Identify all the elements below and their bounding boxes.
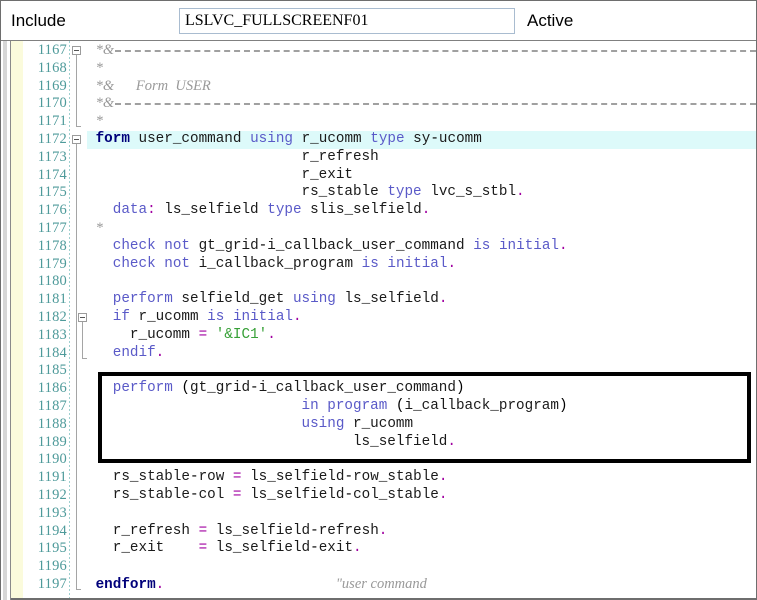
line-number: 1167 bbox=[37, 42, 67, 58]
code-line[interactable]: endif. bbox=[87, 345, 756, 363]
line-number: 1190 bbox=[37, 451, 67, 468]
line-number: 1168 bbox=[37, 59, 67, 76]
line-number: 1183 bbox=[37, 326, 67, 343]
line-number: 1186 bbox=[37, 380, 67, 397]
fold-end-tick bbox=[76, 589, 81, 590]
line-number: 1188 bbox=[37, 415, 67, 432]
code-line[interactable]: check not gt_grid-i_callback_user_comman… bbox=[87, 238, 756, 256]
comment-separator bbox=[115, 50, 756, 52]
code-line[interactable]: ls_selfield. bbox=[87, 434, 756, 452]
line-number: 1172 bbox=[37, 131, 67, 147]
comment-separator bbox=[115, 103, 756, 106]
line-number: 1176 bbox=[37, 202, 67, 219]
left-scroll-strip[interactable] bbox=[1, 41, 11, 600]
fold-toggle-1167[interactable] bbox=[72, 46, 81, 55]
line-number: 1175 bbox=[37, 184, 67, 201]
code-line[interactable]: if r_ucomm is initial. bbox=[87, 309, 756, 327]
line-number: 1189 bbox=[37, 433, 67, 450]
line-number: 1184 bbox=[37, 344, 67, 361]
line-number: 1182 bbox=[37, 309, 67, 325]
code-editor[interactable]: 1167 1168 1169 1170 1171 1172 1173 1174 1175 1176… bbox=[1, 41, 756, 600]
fold-structure-line bbox=[76, 144, 77, 589]
line-number: 1185 bbox=[37, 362, 67, 379]
line-number: 1169 bbox=[37, 77, 67, 94]
line-number: 1178 bbox=[37, 237, 67, 254]
line-number: 1174 bbox=[37, 166, 67, 183]
code-line[interactable]: rs_stable-col = ls_selfield-col_stable. bbox=[87, 487, 756, 505]
line-number: 1179 bbox=[37, 255, 67, 272]
code-line[interactable]: r_exit bbox=[87, 167, 756, 185]
line-number: 1193 bbox=[37, 504, 67, 521]
code-line[interactable] bbox=[87, 558, 756, 576]
line-number: 1192 bbox=[37, 487, 67, 503]
line-number: 1187 bbox=[37, 398, 67, 414]
include-label: Include bbox=[11, 10, 66, 30]
code-line[interactable]: r_refresh = ls_selfield-refresh. bbox=[87, 523, 756, 541]
code-line[interactable] bbox=[87, 362, 756, 380]
fold-structure-line bbox=[76, 55, 77, 127]
code-text-area[interactable]: *& * *& Form USER *& * form user_command… bbox=[87, 41, 756, 600]
code-line[interactable]: * bbox=[87, 60, 756, 79]
abap-editor-window: Include Active 1167116811691170117111721… bbox=[0, 0, 757, 600]
line-number-gutter: 1167 1168 1169 1170 1171 1172 1173 1174 1175 1176… bbox=[23, 41, 69, 600]
line-number: 1196 bbox=[37, 558, 67, 575]
line-number: 1173 bbox=[37, 148, 67, 165]
line-number: 1170 bbox=[37, 95, 67, 112]
code-line[interactable]: * bbox=[87, 220, 756, 239]
code-line[interactable] bbox=[87, 451, 756, 469]
code-line[interactable]: r_ucomm = '&IC1'. bbox=[87, 327, 756, 345]
fold-structure-line bbox=[82, 322, 83, 358]
scroll-thumb[interactable] bbox=[3, 41, 7, 600]
line-number: 1195 bbox=[37, 540, 67, 557]
line-number: 1181 bbox=[37, 291, 67, 308]
code-line[interactable]: *& Form USER bbox=[87, 78, 756, 97]
code-line[interactable]: r_refresh bbox=[87, 149, 756, 167]
code-line[interactable]: perform selfield_get using ls_selfield. bbox=[87, 291, 756, 309]
code-line[interactable]: rs_stable type lvc_s_stbl. bbox=[87, 184, 756, 202]
code-line[interactable]: data: ls_selfield type slis_selfield. bbox=[87, 202, 756, 220]
code-line[interactable]: using r_ucomm bbox=[87, 416, 756, 434]
code-line[interactable]: in program (i_callback_program) bbox=[87, 398, 756, 416]
fold-toggle-1182[interactable] bbox=[78, 313, 87, 322]
code-line[interactable]: perform (gt_grid-i_callback_user_command… bbox=[87, 380, 756, 398]
line-number: 1191 bbox=[37, 469, 67, 486]
line-number: 1197 bbox=[37, 576, 67, 592]
line-number: 1194 bbox=[37, 522, 67, 539]
code-line[interactable]: rs_stable-row = ls_selfield-row_stable. bbox=[87, 469, 756, 487]
line-number: 1171 bbox=[37, 113, 67, 130]
fold-toggle-1172[interactable] bbox=[72, 135, 81, 144]
code-line[interactable]: check not i_callback_program is initial. bbox=[87, 256, 756, 274]
code-line[interactable]: form user_command using r_ucomm type sy-… bbox=[87, 131, 756, 149]
status-label: Active bbox=[527, 10, 574, 30]
editor-header: Include Active bbox=[1, 1, 756, 41]
code-line[interactable]: * bbox=[87, 113, 756, 132]
code-line[interactable] bbox=[87, 273, 756, 291]
line-number: 1177 bbox=[37, 220, 67, 236]
line-number: 1180 bbox=[37, 273, 67, 290]
code-folding-column[interactable] bbox=[70, 41, 87, 600]
program-name-input[interactable] bbox=[179, 7, 515, 34]
code-line[interactable]: r_exit = ls_selfield-exit. bbox=[87, 540, 756, 558]
code-line[interactable] bbox=[87, 505, 756, 523]
fold-end-tick bbox=[76, 126, 81, 128]
code-line[interactable]: endform. "user command bbox=[87, 576, 756, 595]
